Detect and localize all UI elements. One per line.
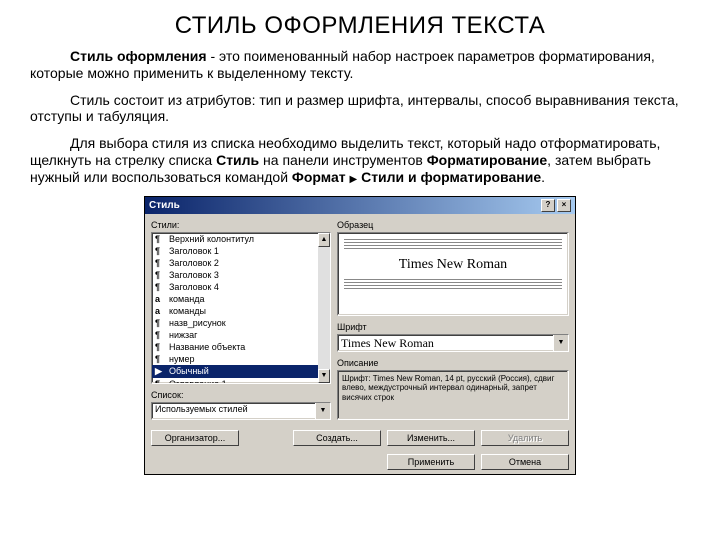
description-box: Шрифт: Times New Roman, 14 pt, русский (… — [337, 370, 569, 420]
apply-button[interactable]: Применить — [387, 454, 475, 470]
style-dialog: Стиль ? × Стили: ¶Верхний колонтитул ¶За… — [144, 196, 576, 475]
list-combo[interactable]: Используемых стилей ▼ — [151, 402, 331, 420]
para-2: Стиль состоит из атрибутов: тип и размер… — [30, 92, 690, 126]
close-button[interactable]: × — [557, 199, 571, 212]
modify-button[interactable]: Изменить... — [387, 430, 475, 446]
dialog-title: Стиль — [149, 200, 180, 211]
scroll-up-icon[interactable]: ▲ — [318, 233, 330, 247]
para-1: Стиль оформления - это поименованный наб… — [30, 48, 690, 82]
scroll-down-icon[interactable]: ▼ — [318, 369, 330, 383]
styles-listbox[interactable]: ¶Верхний колонтитул ¶Заголовок 1 ¶Заголо… — [151, 232, 331, 384]
list-item-selected: ▶Обычный — [152, 365, 330, 378]
chevron-down-icon[interactable]: ▼ — [553, 335, 568, 351]
page-title: СТИЛЬ ОФОРМЛЕНИЯ ТЕКСТА — [30, 12, 690, 40]
sample-text: Times New Roman — [344, 257, 562, 273]
desc-label: Описание — [337, 358, 569, 368]
list-label: Список: — [151, 390, 331, 400]
cancel-button[interactable]: Отмена — [481, 454, 569, 470]
styles-label: Стили: — [151, 220, 331, 230]
font-combo[interactable]: Times New Roman ▼ — [337, 334, 569, 352]
font-label: Шрифт — [337, 322, 569, 332]
para-3: Для выбора стиля из списка необходимо вы… — [30, 135, 690, 186]
new-button[interactable]: Создать... — [293, 430, 381, 446]
help-button[interactable]: ? — [541, 199, 555, 212]
scrollbar[interactable]: ▲ ▼ — [318, 233, 330, 383]
chevron-down-icon[interactable]: ▼ — [315, 403, 330, 419]
preview-label: Образец — [337, 220, 569, 230]
preview-pane: Times New Roman — [337, 232, 569, 316]
delete-button[interactable]: Удалить — [481, 430, 569, 446]
dialog-titlebar: Стиль ? × — [145, 197, 575, 214]
organizer-button[interactable]: Организатор... — [151, 430, 239, 446]
